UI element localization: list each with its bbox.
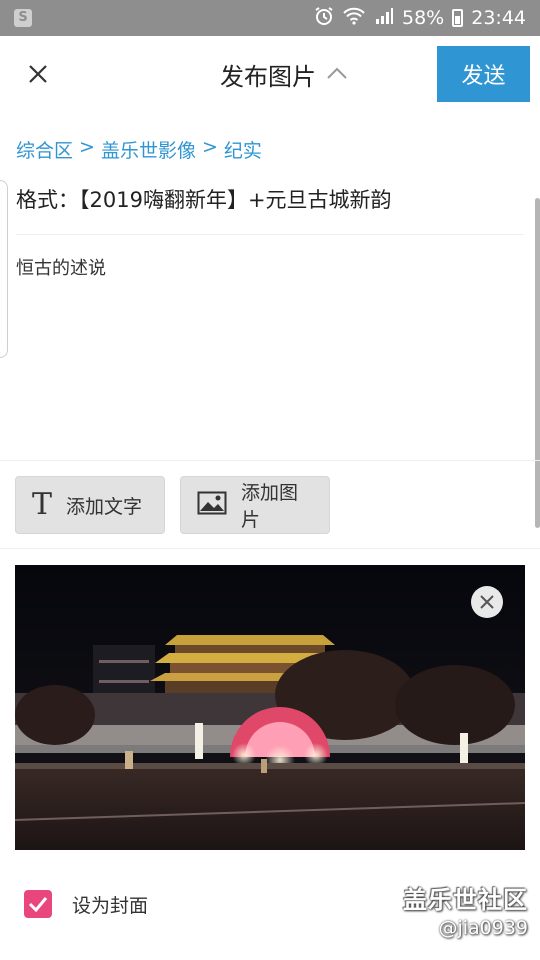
close-icon[interactable] bbox=[22, 58, 54, 90]
edge-panel-handle[interactable] bbox=[0, 180, 8, 358]
wifi-icon bbox=[342, 6, 366, 31]
watermark-logo: 盖乐世社区 bbox=[403, 886, 528, 914]
page-title: 发布图片 bbox=[220, 62, 316, 91]
battery-icon bbox=[452, 9, 464, 27]
divider bbox=[16, 234, 524, 235]
set-cover-option[interactable]: 设为封面 bbox=[24, 890, 148, 918]
cover-checkbox[interactable] bbox=[24, 890, 52, 918]
breadcrumb-item-board[interactable]: 盖乐世影像 bbox=[101, 136, 196, 163]
watermark-user: @jia0939 bbox=[438, 917, 528, 939]
divider bbox=[0, 548, 540, 549]
insert-toolbar: T 添加文字 添加图片 bbox=[15, 476, 330, 534]
checkmark-icon bbox=[28, 897, 48, 912]
breadcrumb-separator: > bbox=[79, 136, 95, 158]
add-image-button[interactable]: 添加图片 bbox=[180, 476, 330, 534]
image-icon bbox=[197, 491, 227, 520]
send-button[interactable]: 发送 bbox=[437, 46, 530, 102]
remove-photo-button[interactable] bbox=[471, 586, 503, 618]
add-text-button[interactable]: T 添加文字 bbox=[15, 476, 165, 534]
breadcrumb-separator: > bbox=[201, 136, 218, 158]
post-title-input[interactable]: 格式：【2019嗨翻新年】+元旦古城新韵 bbox=[16, 184, 521, 214]
alarm-icon bbox=[314, 6, 334, 31]
breadcrumb-item-category[interactable]: 纪实 bbox=[224, 136, 262, 163]
add-text-label: 添加文字 bbox=[66, 495, 143, 518]
close-icon bbox=[480, 595, 494, 609]
signal-icon bbox=[374, 6, 394, 31]
night-gate-photo bbox=[15, 565, 525, 850]
cover-label: 设为封面 bbox=[72, 894, 149, 917]
app-notification-icon: S bbox=[14, 9, 32, 27]
breadcrumb-item-zone[interactable]: 综合区 bbox=[16, 136, 73, 163]
breadcrumb: 综合区 > 盖乐世影像 > 纪实 bbox=[16, 136, 262, 163]
scrollbar[interactable] bbox=[535, 198, 540, 528]
battery-percent: 58% bbox=[402, 7, 445, 29]
header: 发布图片 发送 bbox=[0, 36, 540, 112]
text-icon: T bbox=[32, 487, 53, 522]
post-body-input[interactable]: 恒古的述说 bbox=[16, 254, 521, 280]
title-dropdown[interactable]: 发布图片 bbox=[220, 56, 348, 92]
status-bar: S 58% 23:44 bbox=[0, 0, 540, 36]
clock: 23:44 bbox=[471, 7, 526, 29]
uploaded-photo[interactable] bbox=[15, 565, 525, 850]
watermark: 盖乐世社区 @jia0939 bbox=[403, 880, 528, 939]
add-image-label: 添加图片 bbox=[241, 482, 299, 531]
chevron-up-icon bbox=[326, 65, 348, 84]
divider bbox=[0, 460, 540, 461]
